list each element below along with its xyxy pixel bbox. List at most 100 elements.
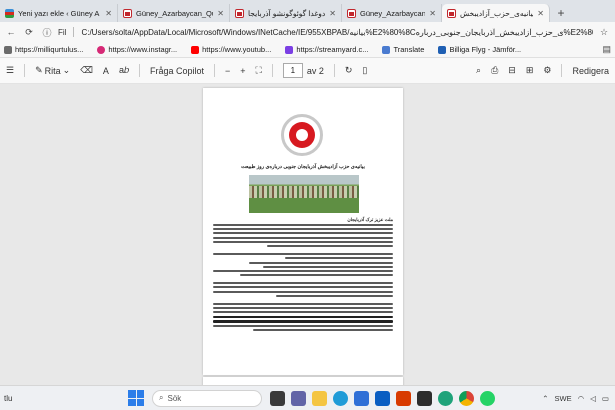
close-icon[interactable]: ✕	[537, 9, 544, 18]
windows-start-icon[interactable]	[128, 390, 144, 406]
volume-icon[interactable]: ◁	[590, 394, 596, 403]
bookmark-5[interactable]: Billiga Flyg - Jämför...	[438, 45, 521, 54]
settings-icon[interactable]: ⚙	[543, 65, 551, 76]
text-line	[213, 269, 393, 272]
copilot-button[interactable]: Fråga Copilot	[150, 66, 204, 76]
file-explorer-icon[interactable]	[312, 390, 327, 406]
bookmark-label: https://www.youtub...	[202, 45, 272, 54]
search-icon: ⌕	[159, 393, 164, 402]
bookmark-0[interactable]: https://milliqurtulus...	[4, 45, 83, 54]
globe-icon	[4, 45, 12, 54]
text-line	[249, 261, 393, 264]
text-line	[213, 236, 393, 239]
document-addressee: ملت عزیز ترک آذربایجان	[347, 217, 393, 222]
chrome-icon[interactable]	[459, 390, 474, 406]
folder-icon[interactable]: ▤	[602, 44, 611, 55]
text-line	[276, 294, 393, 297]
page-view-icon[interactable]: ▯	[362, 65, 367, 76]
translate-icon[interactable]: a𝑏	[119, 65, 129, 76]
battery-icon[interactable]: ▭	[602, 394, 609, 403]
text-line	[267, 244, 393, 247]
save-as-icon[interactable]: ⊞	[526, 65, 534, 76]
system-tray: ⌃ SWE ◠ ◁ ▭	[542, 394, 615, 403]
url-field[interactable]: C:/Users/solta/AppData/Local/Microsoft/W…	[81, 28, 593, 37]
whatsapp-icon[interactable]	[480, 390, 495, 406]
new-tab-button[interactable]: +	[552, 4, 570, 22]
text-line-bold	[213, 320, 393, 323]
zoom-out-button[interactable]: −	[225, 66, 230, 76]
page-number-input[interactable]: 1	[282, 63, 303, 78]
star-icon[interactable]: ☆	[597, 27, 611, 38]
pdf-page-2	[203, 377, 403, 385]
tab-0[interactable]: Yeni yazı ekle ‹ Güney A ✕	[0, 4, 118, 22]
mail-icon[interactable]	[375, 390, 390, 406]
tab-strip: Yeni yazı ekle ‹ Güney A ✕ Güney_Azarbay…	[0, 0, 615, 22]
bookmark-label: https://www.instagr...	[108, 45, 178, 54]
pdf-page: بیانیه‌ی حزب آزادیبخش آذربایجان جنوبی در…	[203, 88, 403, 375]
pdf-icon	[447, 8, 456, 18]
divider	[333, 64, 335, 77]
close-icon[interactable]: ✕	[105, 9, 112, 18]
xbox-icon[interactable]	[417, 390, 432, 406]
wifi-icon[interactable]: ◠	[578, 394, 585, 403]
search-icon[interactable]: ⌕	[476, 65, 481, 76]
document-body-text	[213, 224, 393, 333]
tab-3[interactable]: Güney_Azarbaycan_Ku ✕	[342, 4, 442, 22]
print-icon[interactable]: ⎙	[491, 65, 498, 76]
language-indicator[interactable]: SWE	[554, 394, 571, 403]
text-line	[252, 328, 393, 331]
taskbar: tlu ⌕ Sök ⌃ SWE ◠ ◁ ▭	[0, 385, 615, 410]
back-icon[interactable]: ←	[4, 27, 18, 37]
logo-emblem	[289, 122, 315, 148]
tab-label: Güney_Azarbaycan_Qu	[136, 8, 214, 18]
bookmark-2[interactable]: https://www.youtub...	[191, 45, 271, 54]
text-line	[263, 265, 393, 268]
close-icon[interactable]: ✕	[217, 9, 224, 18]
tab-1[interactable]: Güney_Azarbaycan_Qu ✕	[118, 4, 230, 22]
text-line	[213, 228, 393, 231]
tab-4-active[interactable]: بیانیه‌ی_حزب_آزادیبخش ✕	[442, 4, 550, 22]
pen-icon: ✎	[35, 65, 43, 75]
youtube-icon	[191, 45, 200, 54]
teams-icon[interactable]	[291, 390, 306, 406]
instagram-icon	[97, 45, 106, 54]
task-view-icon[interactable]	[270, 390, 285, 406]
refresh-icon[interactable]: ⟳	[22, 27, 36, 38]
bookmark-3[interactable]: https://streamyard.c...	[285, 45, 368, 54]
draw-label: Rita	[44, 65, 61, 76]
text-line	[285, 257, 393, 260]
chevron-up-icon[interactable]: ⌃	[542, 394, 548, 403]
fit-page-icon[interactable]: ⛶	[256, 65, 262, 76]
address-bar: ← ⟳ ⓘ Fil C:/Users/solta/AppData/Local/M…	[0, 22, 615, 42]
divider	[214, 64, 216, 77]
read-aloud-icon[interactable]: A	[103, 66, 109, 76]
eraser-icon[interactable]: ⌫	[80, 65, 93, 76]
save-icon[interactable]: ⊟	[508, 65, 516, 76]
info-icon[interactable]: ⓘ	[40, 26, 54, 39]
text-line	[213, 224, 393, 226]
edge-icon[interactable]	[333, 390, 348, 406]
edit-button[interactable]: Redigera	[572, 66, 609, 76]
close-icon[interactable]: ✕	[429, 9, 436, 18]
flight-icon	[438, 45, 447, 54]
pdf-icon	[347, 8, 356, 18]
bookmark-4[interactable]: Translate	[382, 45, 424, 54]
pdf-icon	[123, 8, 132, 18]
zoom-in-button[interactable]: +	[240, 66, 245, 76]
pdf-icon	[235, 8, 244, 18]
store-icon[interactable]	[354, 390, 369, 406]
text-line	[213, 311, 393, 314]
taskbar-left-text: tlu	[4, 393, 13, 403]
party-logo	[281, 114, 323, 156]
rotate-icon[interactable]: ↻	[345, 65, 353, 76]
contents-icon[interactable]: ☰	[6, 65, 14, 76]
document-viewer[interactable]: بیانیه‌ی حزب آزادیبخش آذربایجان جنوبی در…	[0, 84, 615, 385]
bookmark-label: https://streamyard.c...	[296, 45, 369, 54]
office-icon[interactable]	[396, 390, 411, 406]
close-icon[interactable]: ✕	[329, 9, 336, 18]
bookmark-1[interactable]: https://www.instagr...	[97, 45, 177, 54]
tab-2[interactable]: دوغدا گوئوگونشو آذربایجا ✕	[230, 4, 342, 22]
edge-app-icon[interactable]	[438, 390, 453, 406]
taskbar-search[interactable]: ⌕ Sök	[152, 389, 262, 407]
draw-button[interactable]: ✎ Rita ⌄	[35, 65, 70, 76]
